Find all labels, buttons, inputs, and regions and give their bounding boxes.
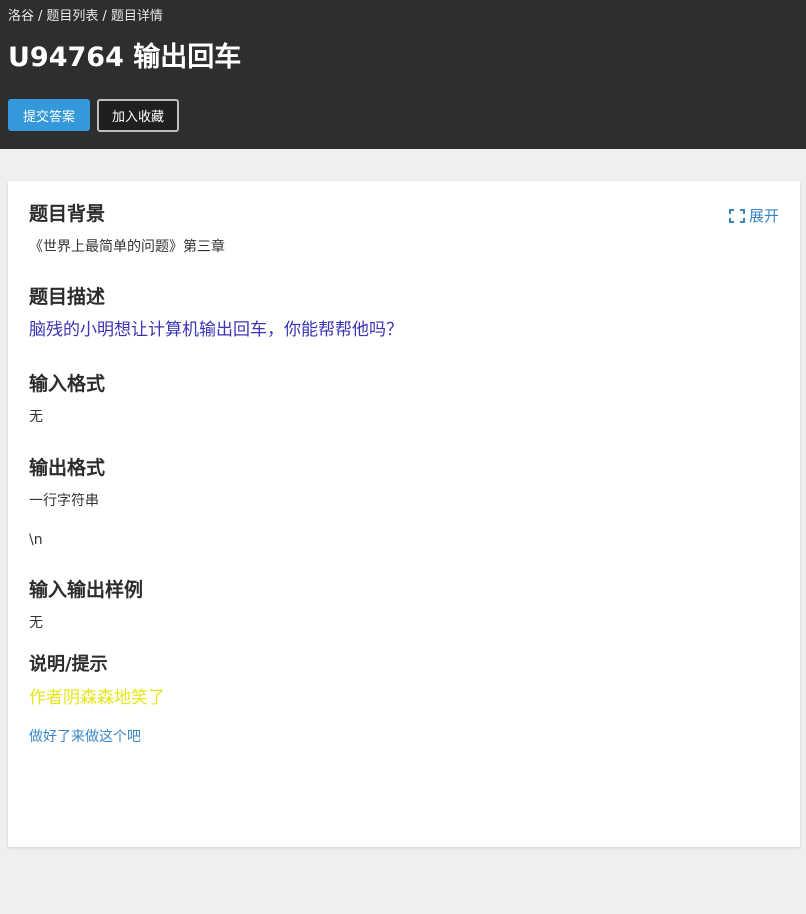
hint-title: 说明/提示 <box>29 654 108 675</box>
description-text: 脑残的小明想让计算机输出回车，你能帮帮他吗？ <box>29 320 403 340</box>
breadcrumb-separator: / <box>38 9 43 24</box>
page-header: 洛谷 / 题目列表 / 题目详情 U94764 输出回车 提交答案 加入收藏 <box>0 0 806 149</box>
breadcrumb-problem-list[interactable]: 题目列表 <box>46 8 98 26</box>
expand-button[interactable]: 展开 <box>728 205 779 226</box>
page-title: U94764 输出回车 <box>8 42 242 73</box>
breadcrumb: 洛谷 / 题目列表 / 题目详情 <box>8 8 798 26</box>
input-format-title: 输入格式 <box>29 373 106 395</box>
breadcrumb-separator: / <box>102 9 107 24</box>
problem-card: 展开 题目背景 《世界上最简单的问题》第三章 题目描述 脑残的小明想让计算机输出… <box>8 181 800 847</box>
add-favorite-button[interactable]: 加入收藏 <box>97 99 180 132</box>
background-text: 《世界上最简单的问题》第三章 <box>29 239 225 255</box>
hint-text: 作者阴森森地笑了 <box>29 688 165 708</box>
action-bar: 提交答案 加入收藏 <box>8 99 798 132</box>
breadcrumb-luogu[interactable]: 洛谷 <box>8 8 34 26</box>
output-format-text: 一行字符串 <box>29 493 99 509</box>
breadcrumb-problem-detail[interactable]: 题目详情 <box>111 8 163 26</box>
expand-label: 展开 <box>748 207 779 225</box>
expand-icon <box>728 208 745 223</box>
background-title: 题目背景 <box>29 203 106 225</box>
hint-link[interactable]: 做好了来做这个吧 <box>29 726 779 746</box>
output-format-title: 输出格式 <box>29 457 106 479</box>
output-format-newline: \n <box>29 532 43 548</box>
samples-text: 无 <box>29 615 43 631</box>
samples-title: 输入输出样例 <box>29 579 144 601</box>
description-title: 题目描述 <box>29 286 106 308</box>
input-format-text: 无 <box>29 409 43 425</box>
submit-answer-button[interactable]: 提交答案 <box>8 99 91 131</box>
